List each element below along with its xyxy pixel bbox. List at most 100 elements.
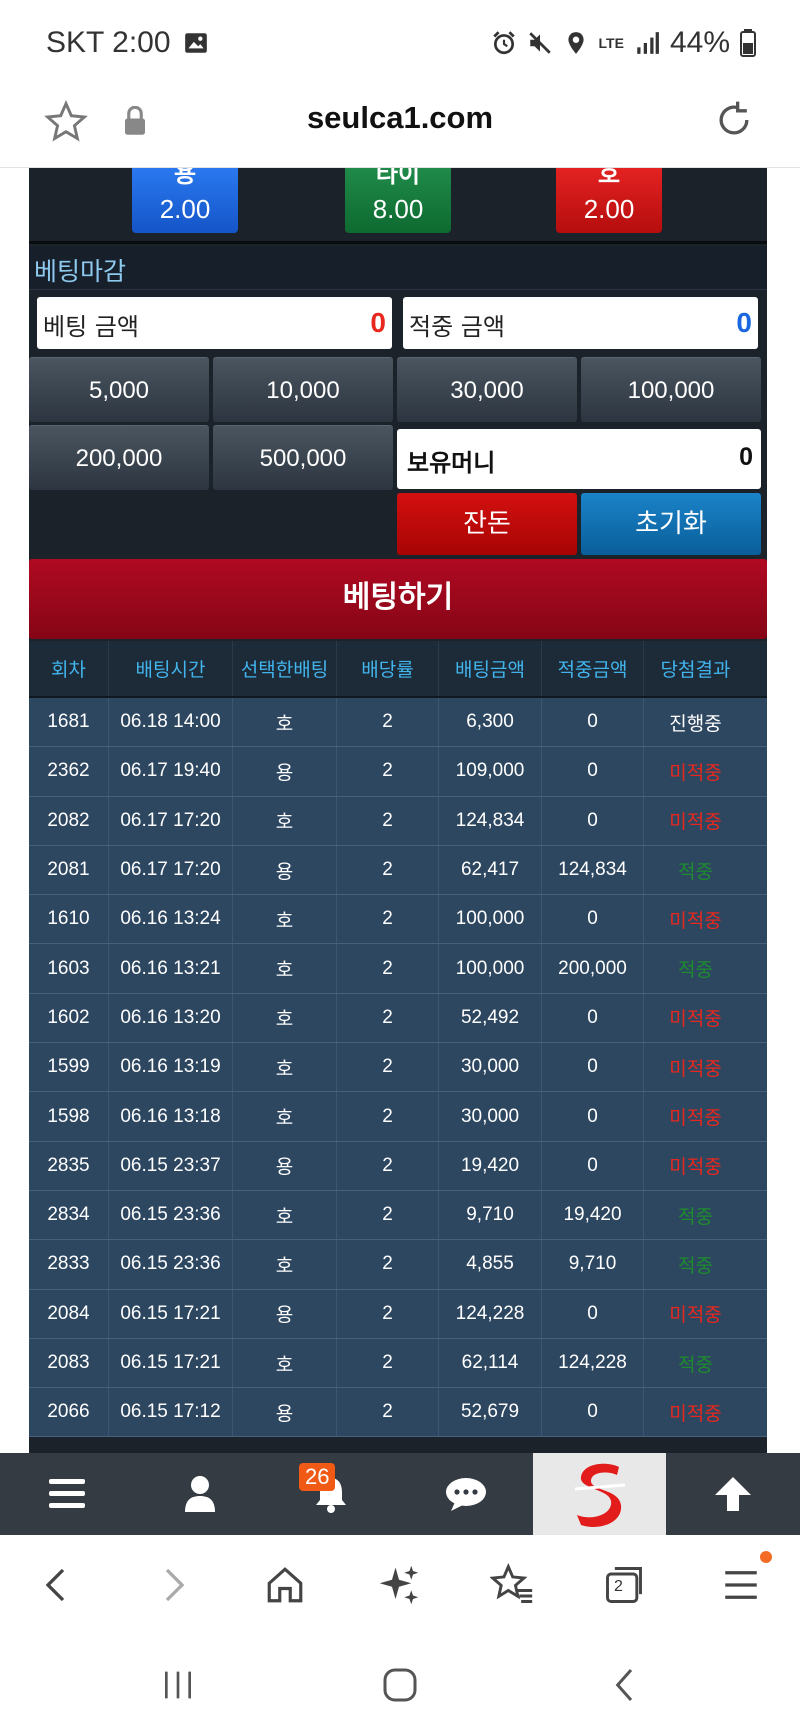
cell-odds: 2 (337, 1240, 439, 1289)
cell-win: 0 (542, 895, 644, 944)
cell-pick: 호 (233, 895, 337, 944)
cell-time: 06.15 17:12 (109, 1388, 233, 1437)
cell-win: 200,000 (542, 944, 644, 993)
cell-odds: 2 (337, 1289, 439, 1338)
cell-bet: 30,000 (439, 1092, 542, 1141)
cell-pick: 용 (233, 845, 337, 895)
cell-result: 미적중 (669, 1304, 722, 1327)
cell-result: 적중 (678, 1254, 713, 1277)
change-button[interactable]: 잔돈 (397, 493, 577, 555)
column-header: 적중금액 (542, 641, 644, 696)
odds-dragon-button[interactable]: 용 2.00 (132, 168, 238, 233)
win-amount-value: 0 (736, 307, 752, 338)
cell-pick: 호 (233, 1240, 337, 1289)
balance-value: 0 (739, 443, 753, 471)
status-right: LTE 44% (491, 26, 756, 60)
profile-button[interactable] (139, 1453, 261, 1535)
back-icon[interactable] (38, 1563, 78, 1607)
column-header: 회차 (29, 641, 109, 696)
bookmarks-icon[interactable] (490, 1563, 534, 1607)
chip-button[interactable]: 100,000 (581, 357, 761, 422)
recent-apps-icon[interactable] (158, 1665, 198, 1705)
reset-button[interactable]: 초기화 (581, 493, 761, 555)
table-row: 1681 06.18 14:00 호 2 6,300 0 진행중 (29, 698, 767, 748)
image-icon (184, 33, 207, 53)
table-row: 2081 06.17 17:20 용 2 62,417 124,834 적중 (29, 845, 767, 896)
battery-percent: 44% (669, 26, 730, 59)
cell-pick: 용 (233, 1141, 337, 1190)
cell-result: 미적중 (669, 811, 722, 834)
android-nav-bar (0, 1635, 800, 1734)
odds-label: 타이 (375, 168, 421, 188)
balance-field: 보유머니 0 (397, 429, 761, 489)
back-button-icon[interactable] (606, 1665, 646, 1705)
column-header: 선택한배팅 (233, 641, 337, 696)
sparkle-icon[interactable] (378, 1563, 420, 1607)
cell-win: 19,420 (542, 1190, 644, 1240)
table-row: 1599 06.16 13:19 호 2 30,000 0 미적중 (29, 1043, 767, 1093)
cell-round: 2833 (29, 1240, 109, 1289)
odds-tiger-button[interactable]: 호 2.00 (556, 168, 662, 233)
status-left: SKT 2:00 (46, 26, 209, 60)
cell-odds: 2 (337, 993, 439, 1043)
cell-odds: 2 (337, 747, 439, 796)
cell-pick: 호 (233, 1092, 337, 1141)
cell-round: 1681 (29, 698, 109, 747)
balance-label: 보유머니 (407, 449, 496, 477)
table-row: 1610 06.16 13:24 호 2 100,000 0 미적중 (29, 895, 767, 945)
reload-icon[interactable] (712, 98, 756, 142)
chip-button[interactable]: 30,000 (397, 357, 577, 422)
place-bet-button[interactable]: 베팅하기 (29, 559, 767, 639)
betting-panel: 용 2.00 타이 8.00 호 2.00 베팅마감 베팅 금액 0 적중 금액… (29, 168, 767, 1453)
cell-bet: 100,000 (439, 895, 542, 944)
chat-button[interactable] (405, 1453, 527, 1535)
cell-time: 06.18 14:00 (109, 698, 233, 747)
arrow-up-icon (715, 1477, 751, 1511)
cell-win: 0 (542, 1043, 644, 1092)
cell-pick: 호 (233, 1190, 337, 1240)
odds-value: 8.00 (372, 194, 424, 224)
menu-icon[interactable] (720, 1563, 762, 1607)
chip-button[interactable]: 10,000 (213, 357, 393, 422)
cell-result: 적중 (678, 860, 713, 883)
chip-button[interactable]: 200,000 (29, 425, 209, 490)
table-row: 2083 06.15 17:21 호 2 62,114 124,228 적중 (29, 1338, 767, 1389)
table-row: 2084 06.15 17:21 용 2 124,228 0 미적중 (29, 1289, 767, 1339)
signal-icon (637, 32, 659, 54)
win-amount-field: 적중 금액 0 (403, 297, 758, 349)
cell-result: 적중 (678, 959, 713, 982)
odds-row: 용 2.00 타이 8.00 호 2.00 (29, 168, 767, 244)
cell-result: 미적중 (669, 761, 722, 784)
chip-button[interactable]: 5,000 (29, 357, 209, 422)
cell-result: 미적중 (669, 1156, 722, 1179)
table-row: 1598 06.16 13:18 호 2 30,000 0 미적중 (29, 1092, 767, 1142)
odds-tie-button[interactable]: 타이 8.00 (345, 168, 451, 233)
page: SKT 2:00 LTE 44% seulca1.com 용 2.00 타이 8… (0, 0, 800, 1734)
cell-pick: 호 (233, 944, 337, 993)
tab-count: 2 (614, 1578, 623, 1595)
cell-bet: 6,300 (439, 698, 542, 747)
bet-history-table: 회차 배팅시간 선택한배팅 배당률 배팅금액 적중금액 당첨결과 1681 06.… (29, 641, 767, 1438)
cell-result: 미적중 (669, 909, 722, 932)
cell-time: 06.15 23:36 (109, 1190, 233, 1240)
tabs-button[interactable]: 2 (602, 1563, 646, 1607)
cell-round: 1598 (29, 1092, 109, 1141)
cell-odds: 2 (337, 944, 439, 993)
forward-icon[interactable] (152, 1563, 192, 1607)
site-logo-button[interactable] (533, 1453, 666, 1535)
cell-odds: 2 (337, 845, 439, 895)
site-bottom-nav: 26 (0, 1453, 800, 1535)
cell-round: 2083 (29, 1338, 109, 1388)
chip-button[interactable]: 500,000 (213, 425, 393, 490)
column-header: 배팅시간 (109, 641, 233, 696)
home-button-icon[interactable] (380, 1665, 420, 1705)
cell-win: 124,228 (542, 1338, 644, 1388)
home-icon[interactable] (264, 1563, 306, 1607)
cell-time: 06.17 19:40 (109, 747, 233, 796)
odds-value: 2.00 (583, 194, 635, 224)
cell-time: 06.17 17:20 (109, 796, 233, 845)
menu-button[interactable] (6, 1453, 128, 1535)
scroll-top-button[interactable] (672, 1453, 794, 1535)
site-logo-icon (574, 1463, 625, 1527)
url-text[interactable]: seulca1.com (0, 100, 800, 136)
